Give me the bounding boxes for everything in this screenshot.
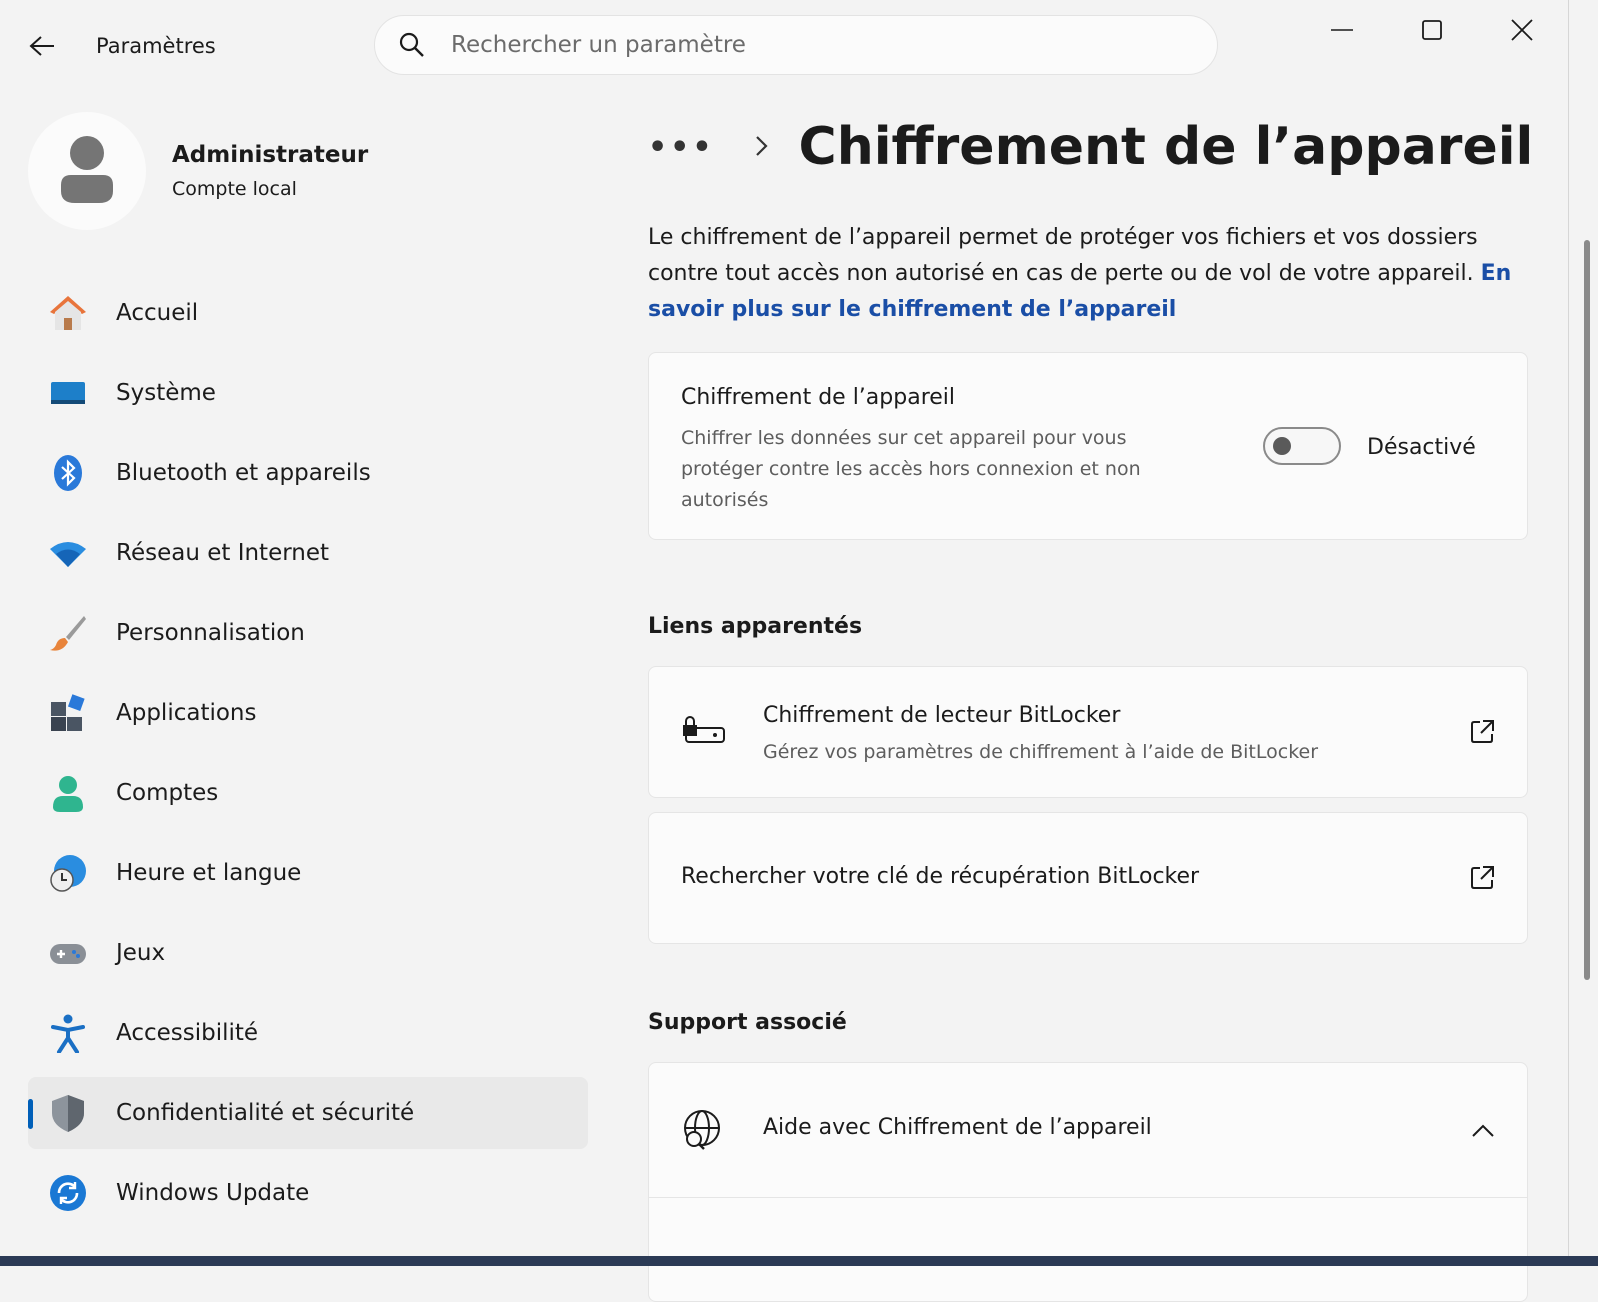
recovery-key-link-card[interactable]: Rechercher votre clé de récupération Bit…	[648, 812, 1528, 944]
scrollbar-thumb[interactable]	[1584, 240, 1590, 980]
help-title: Aide avec Chiffrement de l’appareil	[763, 1115, 1152, 1140]
title-bar: Paramètres	[0, 0, 1568, 92]
sidebar-item-bluetooth[interactable]: Bluetooth et appareils	[28, 437, 588, 509]
arrow-left-icon	[29, 36, 54, 56]
external-link-icon	[1467, 717, 1497, 747]
sidebar-item-label: Accessibilité	[116, 1020, 259, 1046]
account-type: Compte local	[172, 178, 297, 200]
page-title: Chiffrement de l’appareil	[798, 117, 1534, 177]
sidebar-item-accueil[interactable]: Accueil	[28, 277, 588, 349]
gamepad-icon	[46, 931, 90, 975]
maximize-button[interactable]	[1402, 10, 1462, 50]
globe-clock-icon	[46, 851, 90, 895]
related-links-heading: Liens apparentés	[648, 614, 863, 639]
sidebar-item-label: Réseau et Internet	[116, 540, 330, 566]
help-card: Aide avec Chiffrement de l’appareil	[648, 1062, 1528, 1302]
user-name: Administrateur	[172, 142, 369, 168]
sidebar-item-comptes[interactable]: Comptes	[28, 757, 588, 829]
sidebar-item-label: Accueil	[116, 300, 199, 326]
close-icon	[1511, 19, 1533, 41]
sidebar-item-label: Bluetooth et appareils	[116, 460, 371, 486]
window-edge	[1568, 0, 1598, 1266]
chevron-up-icon	[1467, 1115, 1499, 1147]
sidebar-item-jeux[interactable]: Jeux	[28, 917, 588, 989]
globe-search-icon	[681, 1109, 723, 1151]
minimize-button[interactable]	[1312, 10, 1372, 50]
sidebar-item-heure-langue[interactable]: Heure et langue	[28, 837, 588, 909]
support-heading: Support associé	[648, 1010, 847, 1035]
shield-icon	[46, 1091, 90, 1135]
app-title: Paramètres	[96, 34, 216, 58]
description-text: Le chiffrement de l’appareil permet de p…	[648, 225, 1478, 286]
monitor-icon	[46, 371, 90, 415]
bluetooth-icon	[46, 451, 90, 495]
page-description: Le chiffrement de l’appareil permet de p…	[648, 220, 1528, 328]
taskbar-edge	[0, 1256, 1598, 1266]
chevron-right-icon	[755, 131, 769, 164]
external-link-icon	[1467, 863, 1497, 893]
sidebar-item-label: Applications	[116, 700, 257, 726]
bitlocker-link-card[interactable]: Chiffrement de lecteur BitLocker Gérez v…	[648, 666, 1528, 798]
breadcrumb-more-button[interactable]: •••	[648, 130, 715, 165]
sidebar-item-personnalisation[interactable]: Personnalisation	[28, 597, 588, 669]
sidebar-nav: Accueil Système Bluetooth et appareils R…	[28, 277, 588, 1237]
sidebar-item-systeme[interactable]: Système	[28, 357, 588, 429]
minimize-icon	[1331, 29, 1353, 31]
search-box[interactable]	[374, 15, 1218, 75]
person-icon	[46, 771, 90, 815]
paintbrush-icon	[46, 611, 90, 655]
sidebar-item-label: Windows Update	[116, 1180, 310, 1206]
accessibility-icon	[46, 1011, 90, 1055]
sidebar-item-label: Jeux	[116, 940, 166, 966]
maximize-icon	[1422, 20, 1442, 40]
sidebar-item-label: Personnalisation	[116, 620, 305, 646]
encryption-setting-title: Chiffrement de l’appareil	[681, 385, 956, 410]
sidebar-item-label: Confidentialité et sécurité	[116, 1100, 415, 1126]
avatar	[28, 112, 146, 230]
encryption-setting-description: Chiffrer les données sur cet appareil po…	[681, 427, 1141, 511]
breadcrumb: ••• Chiffrement de l’appareil	[648, 112, 1533, 182]
sidebar-item-label: Système	[116, 380, 216, 406]
wifi-icon	[46, 531, 90, 575]
help-expander[interactable]: Aide avec Chiffrement de l’appareil	[649, 1063, 1527, 1198]
link-title: Chiffrement de lecteur BitLocker	[763, 703, 1121, 728]
toggle-knob	[1273, 437, 1291, 455]
close-button[interactable]	[1492, 10, 1552, 50]
search-icon	[397, 30, 427, 60]
toggle-state-label: Désactivé	[1367, 435, 1476, 460]
person-avatar-icon	[61, 136, 113, 203]
sidebar-item-confidentialite[interactable]: Confidentialité et sécurité	[28, 1077, 588, 1149]
back-button[interactable]	[22, 26, 62, 66]
encryption-toggle[interactable]	[1263, 427, 1341, 465]
home-icon	[46, 291, 90, 335]
link-title: Rechercher votre clé de récupération Bit…	[681, 864, 1200, 889]
sidebar-item-reseau[interactable]: Réseau et Internet	[28, 517, 588, 589]
link-subtitle: Gérez vos paramètres de chiffrement à l’…	[763, 741, 1319, 763]
sidebar-item-applications[interactable]: Applications	[28, 677, 588, 749]
sidebar-item-accessibilite[interactable]: Accessibilité	[28, 997, 588, 1069]
update-icon	[46, 1171, 90, 1215]
selection-indicator	[28, 1099, 33, 1129]
search-input[interactable]	[449, 31, 1173, 59]
device-encryption-card: Chiffrement de l’appareil Chiffrer les d…	[648, 352, 1528, 540]
sidebar-item-label: Heure et langue	[116, 860, 302, 886]
sidebar-item-windows-update[interactable]: Windows Update	[28, 1157, 588, 1229]
sidebar-item-label: Comptes	[116, 780, 219, 806]
apps-icon	[46, 691, 90, 735]
drive-lock-icon	[681, 711, 727, 751]
